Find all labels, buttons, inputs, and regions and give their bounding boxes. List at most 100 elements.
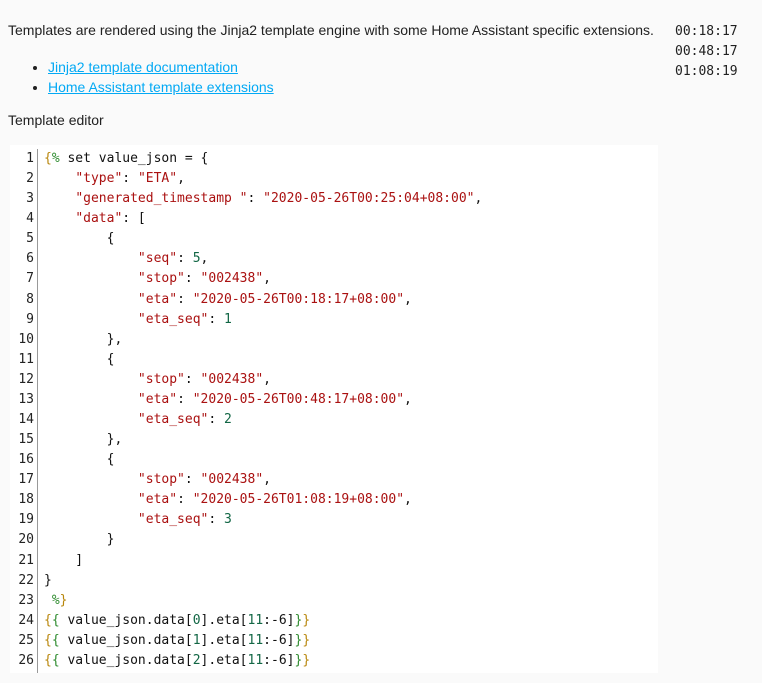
code-token: { xyxy=(44,351,115,367)
code-token: : xyxy=(177,291,193,307)
code-line[interactable]: "stop": "002438", xyxy=(44,470,658,490)
code-token: ].eta[ xyxy=(200,652,248,668)
code-token: :-6] xyxy=(263,652,295,668)
code-token: "ETA" xyxy=(137,171,178,187)
code-token: "eta_seq" xyxy=(137,311,209,327)
code-token: } xyxy=(302,632,311,648)
code-line[interactable]: { xyxy=(44,450,658,470)
code-line[interactable]: "type": "ETA", xyxy=(44,169,658,189)
code-token: 2 xyxy=(192,652,201,668)
code-line[interactable]: "eta_seq": 1 xyxy=(44,310,658,330)
code-token: 2 xyxy=(224,412,232,428)
code-token: 11 xyxy=(247,652,264,668)
line-number: 13 xyxy=(18,391,34,407)
code-token: 5 xyxy=(192,251,201,267)
code-line[interactable]: {{ value_json.data[1].eta[11:-6]}} xyxy=(44,631,658,651)
line-number: 15 xyxy=(18,432,34,448)
code-line[interactable]: "data": [ xyxy=(44,209,658,229)
code-line[interactable]: }, xyxy=(44,330,658,350)
code-token: "002438" xyxy=(200,371,264,387)
line-number: 6 xyxy=(26,251,34,267)
doc-link-item: Home Assistant template extensions xyxy=(48,77,274,97)
code-line[interactable]: "seq": 5, xyxy=(44,249,658,269)
code-line[interactable]: {{ value_json.data[0].eta[11:-6]}} xyxy=(44,611,658,631)
template-editor[interactable]: 1 2 3 4 5 6 7 8 9 10 11 12 13 14 15 16 17 18 19 20 21 22 23 24 2… xyxy=(10,145,658,673)
code-token: "stop" xyxy=(137,371,185,387)
code-token: "eta_seq" xyxy=(137,512,209,528)
code-token: { xyxy=(44,231,115,247)
code-token: { xyxy=(51,612,60,628)
code-line[interactable]: "generated_timestamp ": "2020-05-26T00:2… xyxy=(44,189,658,209)
code-line[interactable]: } xyxy=(44,571,658,591)
code-line[interactable]: "stop": "002438", xyxy=(44,370,658,390)
code-line[interactable]: "eta": "2020-05-26T00:48:17+08:00", xyxy=(44,390,658,410)
line-number: 25 xyxy=(18,632,34,648)
code-token: ].eta[ xyxy=(200,632,248,648)
code-line[interactable]: }, xyxy=(44,430,658,450)
code-token: ] xyxy=(44,552,84,568)
jinja2-docs-link[interactable]: Jinja2 template documentation xyxy=(48,59,238,75)
code-token: } xyxy=(302,652,311,668)
code-token: 1 xyxy=(224,311,232,327)
code-line[interactable]: { xyxy=(44,229,658,249)
code-token: 11 xyxy=(247,612,264,628)
code-token: "2020-05-26T00:18:17+08:00" xyxy=(192,291,405,307)
code-token: { xyxy=(44,632,52,648)
code-token: : xyxy=(177,391,193,407)
code-token: :-6] xyxy=(263,612,295,628)
code-token: "eta" xyxy=(137,492,178,508)
code-line[interactable]: "eta_seq": 2 xyxy=(44,410,658,430)
code-token: "generated_timestamp " xyxy=(75,191,248,207)
line-number: 3 xyxy=(26,191,34,207)
code-line[interactable]: ] xyxy=(44,551,658,571)
line-number: 14 xyxy=(18,412,34,428)
code-token: : xyxy=(208,311,225,327)
template-result: 00:18:17 00:48:17 01:08:19 xyxy=(675,24,738,79)
code-token: "stop" xyxy=(137,472,185,488)
code-line[interactable]: "stop": "002438", xyxy=(44,269,658,289)
line-number: 4 xyxy=(26,211,34,227)
code-token: % xyxy=(51,592,60,608)
code-token: } xyxy=(44,532,115,548)
line-number: 2 xyxy=(26,171,34,187)
code-line[interactable]: {{ value_json.data[2].eta[11:-6]}} xyxy=(44,651,658,671)
code-token: { xyxy=(51,652,60,668)
code-token: , xyxy=(474,191,483,207)
code-token: , xyxy=(200,251,209,267)
line-number: 16 xyxy=(18,452,34,468)
code-token: value_json.data[ xyxy=(59,632,193,648)
code-token: } xyxy=(302,612,311,628)
code-line[interactable]: } xyxy=(44,530,658,550)
code-token: : xyxy=(184,371,201,387)
code-line[interactable]: {% set value_json = { xyxy=(44,149,658,169)
code-line[interactable]: "eta": "2020-05-26T01:08:19+08:00", xyxy=(44,490,658,510)
line-number: 11 xyxy=(18,351,34,367)
code-token: :-6] xyxy=(263,632,295,648)
code-token: value_json.data[ xyxy=(59,612,193,628)
line-number: 24 xyxy=(18,612,34,628)
code-token: { xyxy=(44,151,52,166)
line-number: 26 xyxy=(18,652,34,668)
line-number-gutter: 1 2 3 4 5 6 7 8 9 10 11 12 13 14 15 16 17 18 19 20 21 22 23 24 2… xyxy=(10,149,38,673)
code-line[interactable]: %} xyxy=(44,591,658,611)
code-token: }, xyxy=(44,432,123,448)
code-line[interactable]: { xyxy=(44,350,658,370)
code-token: { xyxy=(44,612,52,628)
line-number: 7 xyxy=(26,271,34,287)
code-token: value_json.data[ xyxy=(59,652,193,668)
code-token: { xyxy=(44,652,52,668)
line-number: 19 xyxy=(18,512,34,528)
code-line[interactable]: "eta": "2020-05-26T00:18:17+08:00", xyxy=(44,290,658,310)
code-token: : xyxy=(208,512,225,528)
line-number: 12 xyxy=(18,371,34,387)
ha-template-extensions-link[interactable]: Home Assistant template extensions xyxy=(48,79,274,95)
code-area[interactable]: {% set value_json = { "type": "ETA", "ge… xyxy=(44,149,658,671)
code-line[interactable]: "eta_seq": 3 xyxy=(44,510,658,530)
